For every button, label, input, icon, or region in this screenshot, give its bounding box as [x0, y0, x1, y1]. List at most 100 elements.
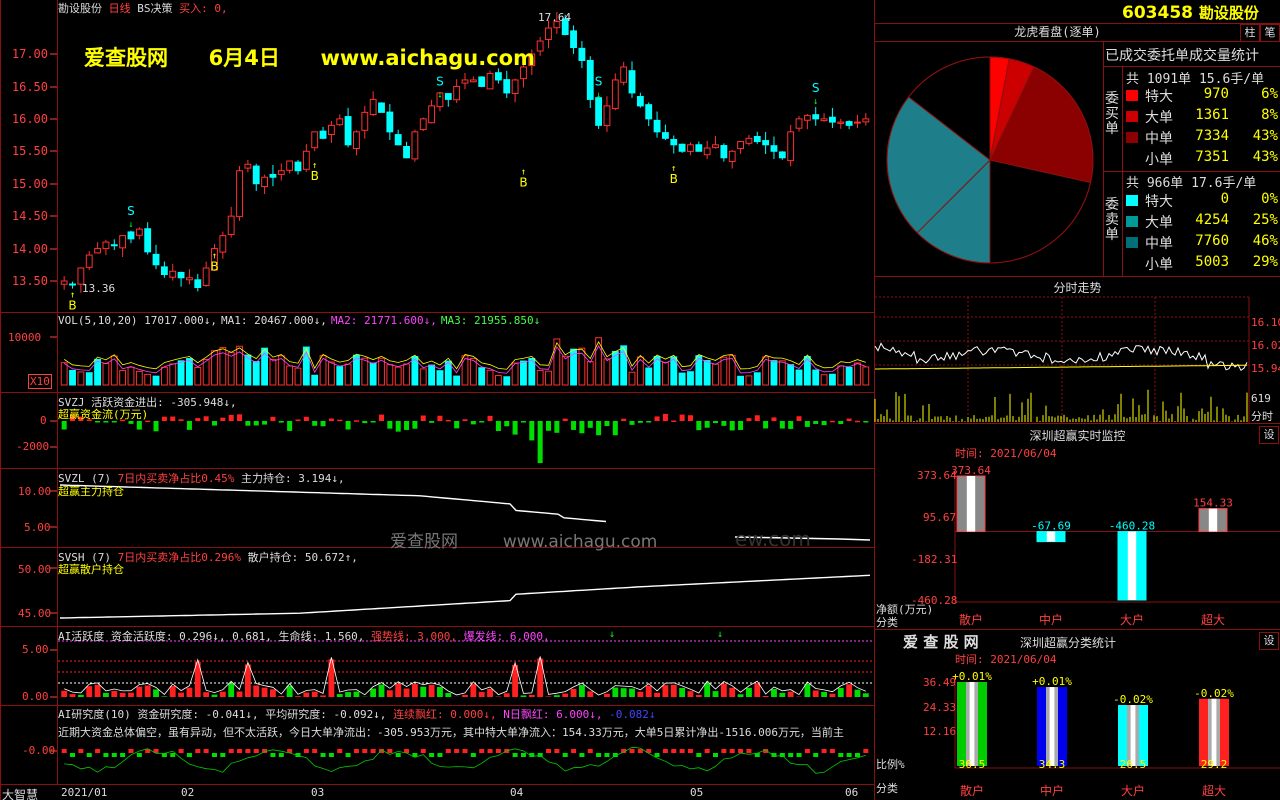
volume-bar [586, 361, 594, 386]
svzj-bar [495, 421, 501, 432]
category-bar-chart: +0.01% 36.5 散户 +0.01% 34.3 中户 -0.02% 26.5 大户 -0.0… [952, 670, 1280, 798]
volume-bar [478, 367, 486, 386]
watermark-site: 爱查股网 [84, 46, 168, 70]
ai-active-bar [437, 687, 443, 697]
ai-research-panel[interactable]: AI研究度(10) 资金研究度: -0.041↓, 平均研究度: -0.092↓… [0, 706, 874, 784]
candle-body [119, 235, 127, 249]
ai-active-bar [311, 691, 318, 697]
ai-active-bar [345, 692, 352, 697]
ai-active-bar [111, 690, 118, 697]
svzl-panel[interactable]: SVZL (7) 7日内买卖净占比0.45% 主力持仓: 3.194↓, 超赢主… [0, 469, 874, 552]
svzj-panel[interactable]: SVZJ 活跃资金进出: -305.948↓, 超赢资金流(万元) 0 -200… [0, 393, 874, 469]
svzj-bar [370, 421, 376, 423]
svzj-bar [520, 421, 526, 423]
intraday-panel[interactable]: 分时走势 16.10 16.02 15.94 619 分时 [874, 277, 1280, 424]
volume-bar [336, 366, 344, 386]
volume-bar [361, 357, 369, 386]
cs-category-label: 大户 [1121, 783, 1145, 798]
period-label[interactable]: 日线 [109, 2, 131, 15]
ai-active-y-tick-0: 5.00 [22, 643, 49, 656]
candle-body [720, 145, 728, 159]
ai-active-bar [745, 687, 752, 697]
price-y-tick: 17.00 [12, 47, 48, 61]
ai-active-bar [821, 691, 827, 697]
ai-active-line [64, 656, 866, 696]
svzj-bar [587, 421, 593, 428]
volume-bar [486, 369, 494, 386]
order-pie-panel[interactable]: 龙虎看盘(逐单) 柱 笔 已成交委托单成交量统计 委买单 委卖单 共 1091单… [875, 24, 1280, 277]
svzj-bar [278, 421, 284, 423]
ai-active-bar [462, 694, 468, 697]
ai-active-bar [69, 694, 76, 697]
signal-arrow-icon: ↑ [521, 167, 526, 177]
svsh-panel[interactable]: SVSH (7) 7日内买卖净占比0.296% 散户持仓: 50.672↑, 超… [0, 548, 874, 627]
rt-y-tick-0: 373.64 [917, 469, 957, 482]
svzj-bar [771, 417, 777, 421]
volume-panel[interactable]: VOL(5,10,20) 17017.000↓, MA1: 20467.000↓,… [0, 313, 874, 393]
svzj-bar [378, 414, 384, 421]
ai-active-bar [620, 688, 627, 697]
volume-bar [712, 363, 719, 386]
volume-bar [461, 355, 469, 386]
ai-active-bar [445, 692, 452, 697]
price-y-tick: 14.50 [12, 209, 48, 223]
svzj-bar [654, 416, 660, 421]
ai-active-bar [395, 683, 402, 697]
row-count: 4254 [1195, 212, 1229, 228]
volume-bar [177, 360, 185, 386]
price-y-tick: 15.50 [12, 144, 48, 158]
ai-research-bar [95, 749, 101, 753]
candle-body [661, 132, 669, 139]
date-tick-4: 05 [690, 786, 704, 799]
realtime-monitor-panel[interactable]: 深圳超赢实时监控 设 时间: 2021/06/04 373.64 散户 -67.69… [875, 424, 1280, 630]
volume-legend-item: MA1: 20467.000↓, [220, 314, 327, 327]
bar-mode-button[interactable]: 柱 [1240, 24, 1260, 42]
candle-body [737, 141, 744, 150]
volume-bar [536, 369, 544, 386]
candle-body [269, 173, 277, 178]
price-y-tick: 13.50 [12, 274, 48, 288]
candle-body [503, 79, 511, 94]
ai-active-bar [270, 689, 276, 697]
candle-body [461, 79, 469, 84]
ai-research-bar [86, 753, 92, 757]
ai-active-bar [178, 692, 185, 697]
price-panel[interactable]: 17.00 16.50 16.00 15.50 15.00 14.50 14.00 13.50… [0, 0, 874, 313]
svzj-bar [429, 421, 435, 423]
candle-body [586, 59, 594, 100]
volume-bar [344, 363, 352, 386]
svzj-bar [704, 421, 710, 428]
ai-active-panel[interactable]: ↓ ↓ AI活跃度 资金活跃度: 0.296↓, 0.681, 生命线: 1.56… [0, 627, 874, 706]
ai-active-bar [604, 693, 610, 697]
ai-research-bar [713, 753, 719, 757]
candle-body [160, 266, 168, 276]
candle-body [277, 170, 285, 175]
candle-body [762, 140, 770, 146]
candle-body [536, 40, 544, 52]
volume-bar [378, 357, 385, 386]
ai-research-bar [370, 749, 376, 753]
candle-body [394, 134, 402, 146]
cs-value-label: 26.5 [1120, 758, 1147, 771]
ai-active-bar [228, 683, 235, 697]
ai-active-bar [562, 693, 569, 697]
ai-research-bar [729, 749, 735, 753]
cs-ratio-label: 比例% [876, 758, 905, 771]
ai-active-bar [203, 692, 210, 697]
intraday-y-tick-2: 15.94 [1251, 362, 1280, 375]
row-percent: 6% [1261, 86, 1278, 102]
svzj-bar [662, 413, 668, 421]
volume-bar [570, 348, 577, 386]
volume-bar [144, 373, 152, 386]
buy-signal-label: B [68, 298, 76, 312]
svzj-bar [854, 420, 860, 423]
ai-active-bar [570, 688, 577, 697]
candle-body [227, 215, 235, 235]
watermark-url: www.aichagu.com [320, 46, 535, 70]
svzj-bar [395, 421, 401, 432]
pen-mode-button[interactable]: 笔 [1260, 24, 1280, 42]
ai-research-bar [779, 753, 785, 757]
ai-active-legend-b: 强势线: 3.000, [371, 630, 458, 643]
svzj-bar [729, 421, 735, 431]
category-stats-panel[interactable]: 爱 查 股 网 深圳超赢分类统计 设 时间: 2021/06/04 +0.01%… [875, 630, 1280, 800]
